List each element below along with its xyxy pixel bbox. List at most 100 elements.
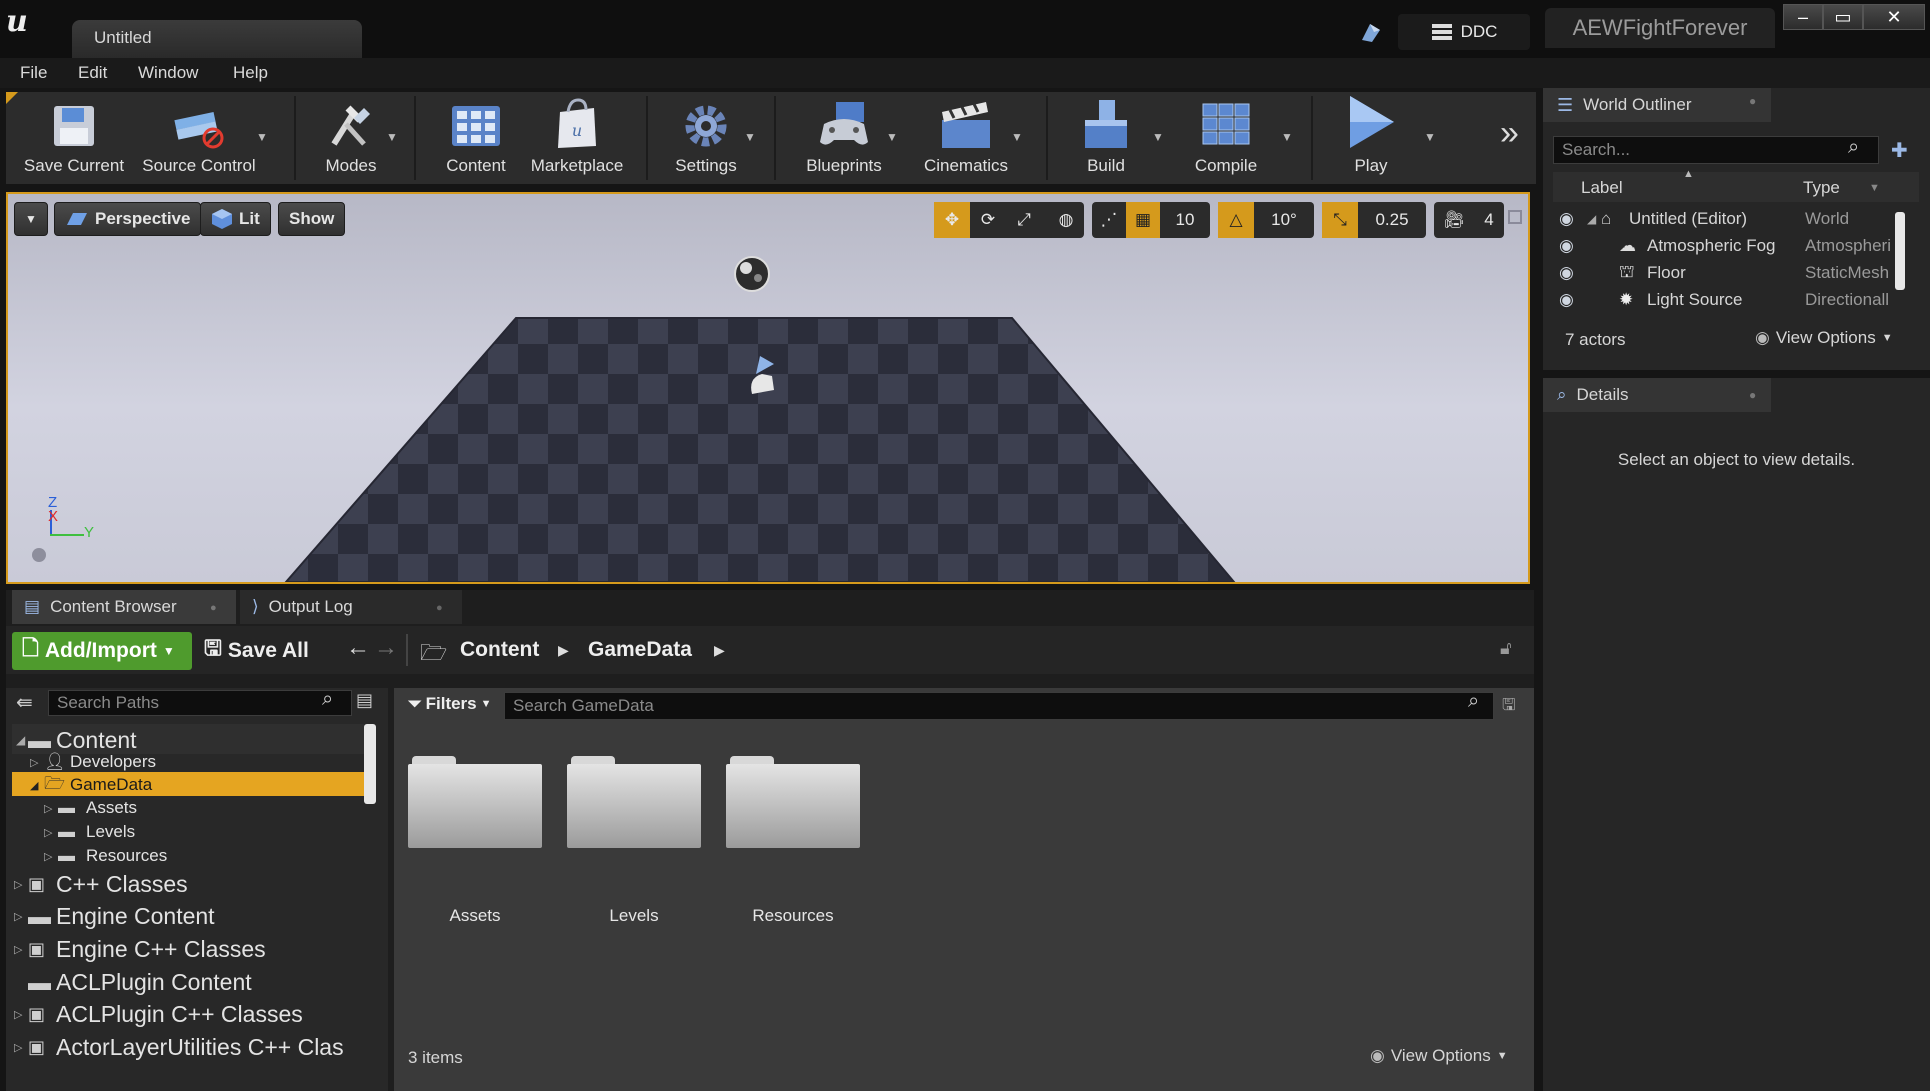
- tree-item-aclplugin-cpp-classes[interactable]: ▷ ▣ ACLPlugin C++ Classes: [6, 998, 358, 1030]
- outliner-view-options-button[interactable]: ◉ View Options ▼: [1755, 328, 1893, 348]
- output-log-tab[interactable]: ⟩ Output Log: [240, 590, 462, 624]
- close-tab-icon[interactable]: ●: [1749, 388, 1756, 402]
- tree-view-options-icon[interactable]: ▤: [356, 690, 373, 711]
- breadcrumb-chevron-icon[interactable]: ▶: [558, 642, 569, 659]
- back-arrow-icon[interactable]: ←: [346, 634, 370, 662]
- breadcrumb-chevron-icon[interactable]: ▶: [714, 642, 725, 659]
- settings-button[interactable]: Settings: [661, 92, 751, 184]
- save-current-button[interactable]: Save Current: [14, 92, 134, 184]
- expand-arrow-icon[interactable]: ▷: [14, 1041, 22, 1054]
- rotate-tool-icon[interactable]: ⟳: [970, 202, 1006, 238]
- expand-arrow-icon[interactable]: ▷: [14, 1008, 22, 1021]
- breadcrumb-gamedata[interactable]: GameData: [588, 638, 692, 662]
- outliner-row[interactable]: ◉ ☁ Atmospheric Fog Atmospheri: [1553, 233, 1899, 259]
- tree-item-actorlayerutilities[interactable]: ▷ ▣ ActorLayerUtilities C++ Clas: [6, 1031, 358, 1063]
- rotation-snap-value[interactable]: 10°: [1254, 202, 1314, 238]
- camera-speed-group[interactable]: 🎥︎ 4: [1434, 202, 1504, 238]
- tree-item-gamedata[interactable]: ◢ 🗁︎ GameData: [6, 773, 358, 797]
- outliner-scrollbar[interactable]: [1895, 212, 1905, 290]
- tree-item-cpp-classes[interactable]: ▷ ▣ C++ Classes: [6, 868, 358, 900]
- tree-item-aclplugin-content[interactable]: ▬ ACLPlugin Content: [6, 966, 358, 998]
- maximize-viewport-icon[interactable]: [1508, 210, 1522, 224]
- breadcrumb-content[interactable]: Content: [460, 638, 539, 662]
- maximize-button[interactable]: ▭: [1823, 4, 1863, 30]
- scale-tool-icon[interactable]: ⤢: [1006, 202, 1042, 238]
- collapse-arrow-icon[interactable]: ◢: [30, 779, 38, 792]
- compile-dropdown-icon[interactable]: ▼: [1281, 130, 1293, 144]
- folder-tile-resources[interactable]: Resources: [726, 754, 860, 930]
- collapse-arrow-icon[interactable]: ◢: [16, 733, 25, 747]
- scale-snap-icon[interactable]: ⤡: [1322, 202, 1358, 238]
- visibility-eye-icon[interactable]: ◉: [1559, 290, 1574, 310]
- menu-help[interactable]: Help: [233, 58, 268, 88]
- asset-search-input[interactable]: Search GameData: [504, 692, 1494, 720]
- folder-tile-assets[interactable]: Assets: [408, 754, 542, 930]
- lit-button[interactable]: Lit: [200, 202, 271, 236]
- expand-arrow-icon[interactable]: ▷: [44, 826, 52, 839]
- outliner-row[interactable]: ◉ ⛫ Floor StaticMesh: [1553, 260, 1899, 286]
- outliner-row[interactable]: ◉ ◢ ⌂ Untitled (Editor) World: [1553, 206, 1899, 232]
- blueprints-button[interactable]: Blueprints: [789, 92, 899, 184]
- viewport-options-button[interactable]: ▼: [14, 202, 48, 236]
- minimize-button[interactable]: –: [1783, 4, 1823, 30]
- expand-arrow-icon[interactable]: ▷: [14, 878, 22, 891]
- unlock-icon[interactable]: 🔓︎: [1500, 638, 1512, 659]
- type-column-header[interactable]: Type: [1803, 178, 1840, 198]
- collapse-arrow-icon[interactable]: ◢: [1587, 212, 1596, 226]
- forward-arrow-icon[interactable]: →: [374, 634, 398, 662]
- tree-item-resources[interactable]: ▷ ▬ Resources: [6, 844, 358, 868]
- sources-toggle-icon[interactable]: ⇚: [16, 690, 33, 715]
- visibility-eye-icon[interactable]: ◉: [1559, 209, 1574, 229]
- world-outliner-tab[interactable]: ☰ World Outliner: [1543, 88, 1771, 122]
- close-tab-icon[interactable]: ●: [210, 602, 217, 614]
- menu-window[interactable]: Window: [138, 58, 198, 88]
- add-import-button[interactable]: 🗋︎ Add/Import ▼: [12, 632, 192, 670]
- details-tab[interactable]: ⌕ Details: [1543, 378, 1771, 412]
- cinematics-button[interactable]: Cinematics: [911, 92, 1021, 184]
- translate-tool-icon[interactable]: ✥: [934, 202, 970, 238]
- tree-item-assets[interactable]: ▷ ▬ Assets: [6, 796, 358, 820]
- notification-icon[interactable]: [1358, 20, 1384, 44]
- outliner-search-input[interactable]: Search...: [1553, 136, 1879, 164]
- expand-arrow-icon[interactable]: ▷: [14, 910, 22, 923]
- grid-snap-value[interactable]: 10: [1160, 202, 1210, 238]
- ddc-button[interactable]: DDC: [1398, 14, 1530, 50]
- save-all-button[interactable]: 🖫︎ Save All: [204, 632, 309, 670]
- asset-view-options-button[interactable]: ◉ View Options ▼: [1370, 1046, 1508, 1066]
- tree-item-engine-cpp-classes[interactable]: ▷ ▣ Engine C++ Classes: [6, 933, 358, 965]
- coordinate-system-button[interactable]: ◍: [1048, 202, 1084, 238]
- build-button[interactable]: Build: [1066, 92, 1146, 184]
- save-search-icon[interactable]: 🖫︎: [1502, 694, 1516, 721]
- column-menu-icon[interactable]: ▼: [1869, 182, 1880, 194]
- document-tab[interactable]: Untitled: [72, 20, 362, 58]
- outliner-row[interactable]: ◉ ✹ Light Source Directionall: [1553, 287, 1899, 313]
- surface-snap-icon[interactable]: ⋰: [1092, 202, 1126, 238]
- search-paths-input[interactable]: Search Paths: [48, 690, 352, 716]
- filters-button[interactable]: ⏷ Filters ▼: [408, 694, 492, 714]
- blueprints-dropdown-icon[interactable]: ▼: [886, 130, 898, 144]
- show-button[interactable]: Show: [278, 202, 346, 236]
- expand-arrow-icon[interactable]: ▷: [14, 943, 22, 956]
- source-control-button[interactable]: Source Control: [134, 92, 264, 184]
- tree-item-engine-content[interactable]: ▷ ▬ Engine Content: [6, 900, 358, 932]
- close-button[interactable]: ✕: [1863, 4, 1925, 30]
- settings-dropdown-icon[interactable]: ▼: [744, 130, 756, 144]
- marketplace-button[interactable]: u Marketplace: [521, 92, 633, 184]
- folder-tile-levels[interactable]: Levels: [567, 754, 701, 930]
- toolbar-overflow-icon[interactable]: »: [1500, 114, 1519, 153]
- level-viewport[interactable]: ▼ Perspective Lit Show ✥ ⟳ ⤢ ◍ ⋰ ▦ 10 △ …: [6, 192, 1530, 584]
- content-button[interactable]: Content: [431, 92, 521, 184]
- expand-arrow-icon[interactable]: ▷: [44, 850, 52, 863]
- close-tab-icon[interactable]: ●: [436, 602, 443, 614]
- source-control-dropdown-icon[interactable]: ▼: [256, 130, 268, 144]
- play-dropdown-icon[interactable]: ▼: [1424, 130, 1436, 144]
- content-browser-tab[interactable]: ▤ Content Browser: [12, 590, 236, 624]
- tree-item-levels[interactable]: ▷ ▬ Levels: [6, 820, 358, 844]
- cinematics-dropdown-icon[interactable]: ▼: [1011, 130, 1023, 144]
- close-tab-icon[interactable]: ●: [1749, 94, 1756, 108]
- add-filter-icon[interactable]: ✚: [1891, 138, 1908, 163]
- scale-snap-value[interactable]: 0.25: [1358, 202, 1426, 238]
- menu-file[interactable]: File: [20, 58, 47, 88]
- perspective-button[interactable]: Perspective: [54, 202, 202, 236]
- modes-button[interactable]: Modes: [306, 92, 396, 184]
